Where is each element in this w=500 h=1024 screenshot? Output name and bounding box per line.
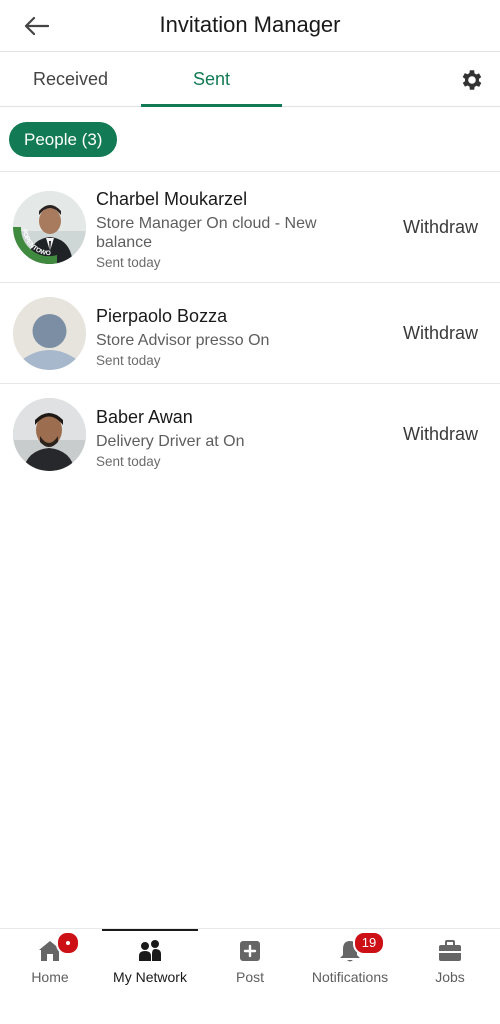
- invitation-row[interactable]: #OPENTOWORK Charbel Moukarzel Store Mana…: [0, 172, 500, 283]
- invitation-list: #OPENTOWORK Charbel Moukarzel Store Mana…: [0, 172, 500, 484]
- people-filter-pill[interactable]: People (3): [9, 122, 118, 157]
- filter-bar: People (3): [0, 107, 500, 172]
- invitee-headline: Store Manager On cloud - New balance: [96, 215, 317, 251]
- invitee-name[interactable]: Charbel Moukarzel: [96, 188, 356, 210]
- avatar[interactable]: [13, 398, 86, 471]
- page-title: Invitation Manager: [159, 12, 341, 37]
- withdraw-button[interactable]: Withdraw: [403, 323, 478, 344]
- invitation-row[interactable]: Baber Awan Delivery Driver at On Sent to…: [0, 384, 500, 484]
- plus-square-icon: [236, 937, 264, 965]
- nav-label: Post: [235, 969, 264, 985]
- people-icon: [136, 937, 164, 965]
- sent-time: Sent today: [96, 353, 161, 368]
- avatar[interactable]: #OPENTOWORK: [13, 191, 86, 264]
- nav-label: My Network: [113, 969, 187, 985]
- invitee-headline: Delivery Driver at On: [96, 433, 245, 450]
- sent-time: Sent today: [96, 255, 161, 270]
- withdraw-button[interactable]: Withdraw: [403, 424, 478, 445]
- sent-time: Sent today: [96, 454, 161, 469]
- top-bar: Invitation Manager: [0, 0, 500, 52]
- bottom-navigation: Home My Network Post 19 Notifications Jo…: [0, 928, 500, 1024]
- nav-label: Jobs: [435, 969, 465, 985]
- tab-sent[interactable]: Sent: [141, 52, 282, 106]
- invitee-name[interactable]: Pierpaolo Bozza: [96, 305, 356, 327]
- notifications-count-badge: 19: [353, 931, 385, 955]
- invitation-info: Baber Awan Delivery Driver at On Sent to…: [96, 406, 356, 470]
- nav-home[interactable]: Home: [0, 929, 100, 999]
- invitation-info: Pierpaolo Bozza Store Advisor presso On …: [96, 305, 356, 369]
- invitation-row[interactable]: Pierpaolo Bozza Store Advisor presso On …: [0, 283, 500, 384]
- invitee-name[interactable]: Baber Awan: [96, 406, 356, 428]
- invitation-info: Charbel Moukarzel Store Manager On cloud…: [96, 188, 356, 271]
- nav-notifications[interactable]: 19 Notifications: [300, 929, 400, 999]
- active-nav-indicator: [102, 929, 198, 931]
- gear-icon: [462, 70, 482, 90]
- nav-jobs[interactable]: Jobs: [400, 929, 500, 999]
- tab-bar: Received Sent: [0, 52, 500, 107]
- settings-button[interactable]: [458, 66, 486, 94]
- nav-label: Home: [31, 969, 69, 985]
- invitee-headline: Store Advisor presso On: [96, 332, 270, 349]
- home-notification-badge: [56, 931, 80, 955]
- nav-label: Notifications: [311, 969, 389, 985]
- avatar[interactable]: [13, 297, 86, 370]
- tab-received[interactable]: Received: [0, 52, 141, 106]
- nav-my-network[interactable]: My Network: [100, 929, 200, 999]
- nav-post[interactable]: Post: [200, 929, 300, 999]
- withdraw-button[interactable]: Withdraw: [403, 217, 478, 238]
- briefcase-icon: [436, 937, 464, 965]
